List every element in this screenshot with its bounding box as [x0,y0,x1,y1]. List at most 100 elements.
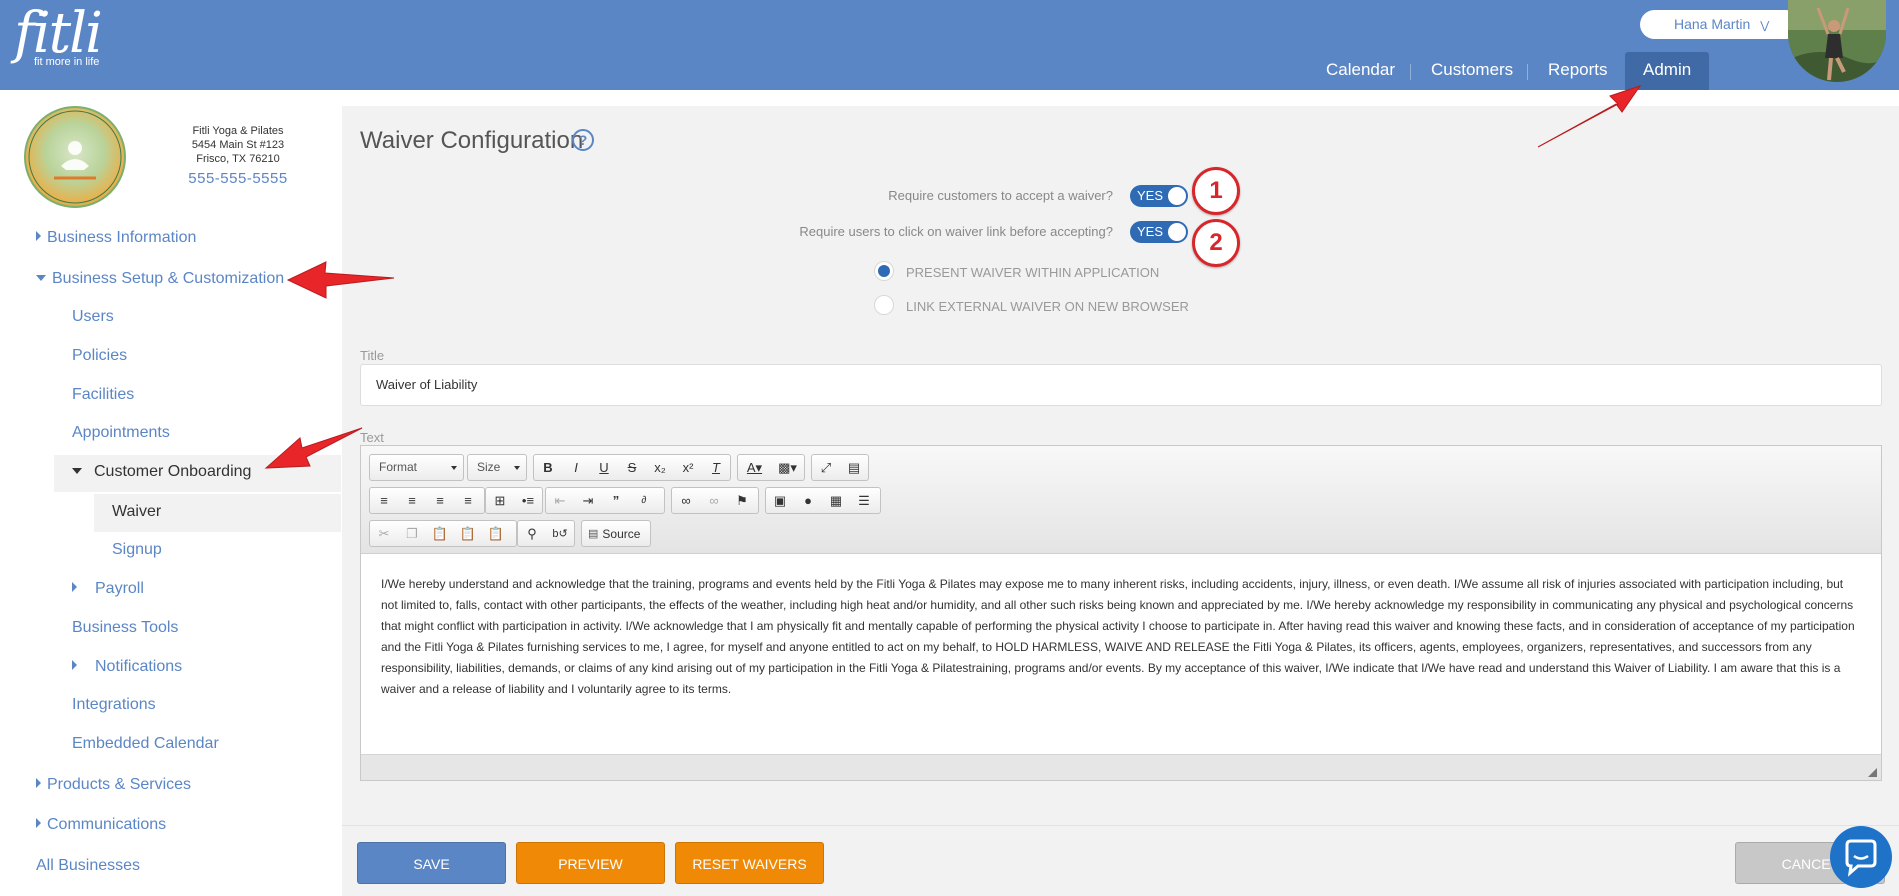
sidebar-item-integrations[interactable]: Integrations [72,696,156,714]
sidebar-item-notifications[interactable]: Notifications [72,658,182,676]
text-color-icon[interactable]: A▾ [738,455,771,480]
title-input[interactable]: Waiver of Liability [360,364,1882,406]
numbered-list-icon[interactable]: ⊞ [486,488,514,513]
source-button[interactable]: ▤ Source [581,520,651,547]
link-group: ∞ ∞ ⚑ [671,487,759,514]
chat-icon [1845,839,1877,877]
nav-admin[interactable]: Admin [1625,52,1710,90]
show-blocks-icon[interactable]: ▤ [840,455,868,480]
preview-button[interactable]: PREVIEW [516,842,665,884]
sidebar-item-customer-onboarding[interactable]: Customer Onboarding [72,463,251,481]
copy-icon[interactable]: ❐ [398,521,426,546]
help-icon[interactable]: ? [572,129,594,151]
toggle-value: YES [1137,188,1164,203]
source-icon: ▤ [588,528,599,540]
nav-separator [1527,64,1528,80]
find-group: ⚲ b↺ [517,520,575,547]
sidebar-item-payroll[interactable]: Payroll [72,580,144,598]
require-waiver-toggle[interactable]: YES [1130,185,1188,207]
align-center-icon[interactable]: ≡ [398,488,426,513]
align-justify-icon[interactable]: ≡ [454,488,482,513]
find-icon[interactable]: ⚲ [518,521,546,546]
sidebar-item-business-tools[interactable]: Business Tools [72,619,178,637]
require-waiver-label: Require customers to accept a waiver? [888,188,1113,203]
paste-text-icon[interactable]: 📋 [454,521,482,546]
toggle-value: YES [1137,224,1164,239]
sidebar-item-communications[interactable]: Communications [36,816,166,834]
paste-icon[interactable]: 📋 [426,521,454,546]
cut-icon[interactable]: ✂ [370,521,398,546]
remove-format-icon[interactable]: T [702,455,730,480]
editor-toolbar: Format Size B I U S x₂ x² T A▾ ▩▾ ⤢ ▤ ≡ … [361,446,1881,554]
save-button[interactable]: SAVE [357,842,506,884]
flash-icon[interactable]: ● [794,488,822,513]
link-icon[interactable]: ∞ [672,488,700,513]
nav-reports[interactable]: Reports [1530,52,1626,90]
sidebar-item-appointments[interactable]: Appointments [72,424,170,442]
sidebar-item-all-businesses[interactable]: All Businesses [36,857,140,875]
sidebar-item-facilities[interactable]: Facilities [72,386,134,404]
align-left-icon[interactable]: ≡ [370,488,398,513]
nav-customers[interactable]: Customers [1413,52,1531,90]
size-dropdown-label: Size [477,460,501,474]
annotation-badge-1: 1 [1192,167,1240,215]
sidebar-item-embedded-calendar[interactable]: Embedded Calendar [72,735,219,753]
sidebar-item-signup[interactable]: Signup [112,541,162,559]
waiver-text-editor[interactable]: Format Size B I U S x₂ x² T A▾ ▩▾ ⤢ ▤ ≡ … [360,445,1882,781]
dropdown-arrow-icon [451,466,457,470]
bulleted-list-icon[interactable]: •≡ [514,488,542,513]
format-dropdown[interactable]: Format [369,454,464,481]
sidebar-item-label: Customer Onboarding [94,463,252,480]
anchor-flag-icon[interactable]: ⚑ [728,488,756,513]
blockquote-icon[interactable]: ” [602,488,630,513]
annotation-badge-2: 2 [1192,219,1240,267]
title-field-label: Title [360,348,385,363]
outdent-icon[interactable]: ⇤ [546,488,574,513]
strikethrough-icon[interactable]: S [618,455,646,480]
require-link-toggle[interactable]: YES [1130,221,1188,243]
text-field-label: Text [360,430,384,445]
reset-waivers-button[interactable]: RESET WAIVERS [675,842,824,884]
list-group: ⊞ •≡ [485,487,543,514]
unlink-icon[interactable]: ∞ [700,488,728,513]
caret-down-icon [36,275,46,281]
horizontal-line-icon[interactable]: ☰ [850,488,878,513]
background-color-icon[interactable]: ▩▾ [771,455,804,480]
radio-link-external[interactable] [874,295,894,315]
view-group: ⤢ ▤ [811,454,869,481]
paste-word-icon[interactable]: 📋 [482,521,510,546]
indent-group: ⇤ ⇥ ” ∂ [545,487,665,514]
caret-right-icon [36,231,41,241]
div-container-icon[interactable]: ∂ [630,488,658,513]
replace-icon[interactable]: b↺ [546,521,574,546]
italic-icon[interactable]: I [562,455,590,480]
nav-calendar[interactable]: Calendar [1308,52,1413,90]
chat-button[interactable] [1830,826,1892,888]
subscript-icon[interactable]: x₂ [646,455,674,480]
sidebar-item-business-setup[interactable]: Business Setup & Customization [36,270,284,288]
sidebar-item-policies[interactable]: Policies [72,347,127,365]
footer-divider [342,825,1899,826]
superscript-icon[interactable]: x² [674,455,702,480]
sidebar-item-business-information[interactable]: Business Information [36,229,196,247]
resize-handle-icon[interactable] [1868,768,1877,777]
business-name: Fitli Yoga & Pilates [192,125,284,137]
image-icon[interactable]: ▣ [766,488,794,513]
indent-icon[interactable]: ⇥ [574,488,602,513]
sidebar-item-label: Notifications [95,658,183,675]
user-menu[interactable]: Hana Martin ⋁ [1640,10,1800,39]
sidebar-item-users[interactable]: Users [72,308,114,326]
table-icon[interactable]: ▦ [822,488,850,513]
sidebar-item-products-services[interactable]: Products & Services [36,776,191,794]
sidebar-item-label: Payroll [95,580,144,597]
size-dropdown[interactable]: Size [467,454,527,481]
maximize-icon[interactable]: ⤢ [812,455,840,480]
sidebar-item-waiver[interactable]: Waiver [112,503,161,521]
align-right-icon[interactable]: ≡ [426,488,454,513]
bold-icon[interactable]: B [534,455,562,480]
fitli-logo[interactable]: fitli fit more in life [14,6,103,69]
underline-icon[interactable]: U [590,455,618,480]
business-address-line1: 5454 Main St #123 [191,139,285,151]
waiver-text-body[interactable]: I/We hereby understand and acknowledge t… [381,574,1861,700]
radio-present-within-app[interactable] [874,261,894,281]
